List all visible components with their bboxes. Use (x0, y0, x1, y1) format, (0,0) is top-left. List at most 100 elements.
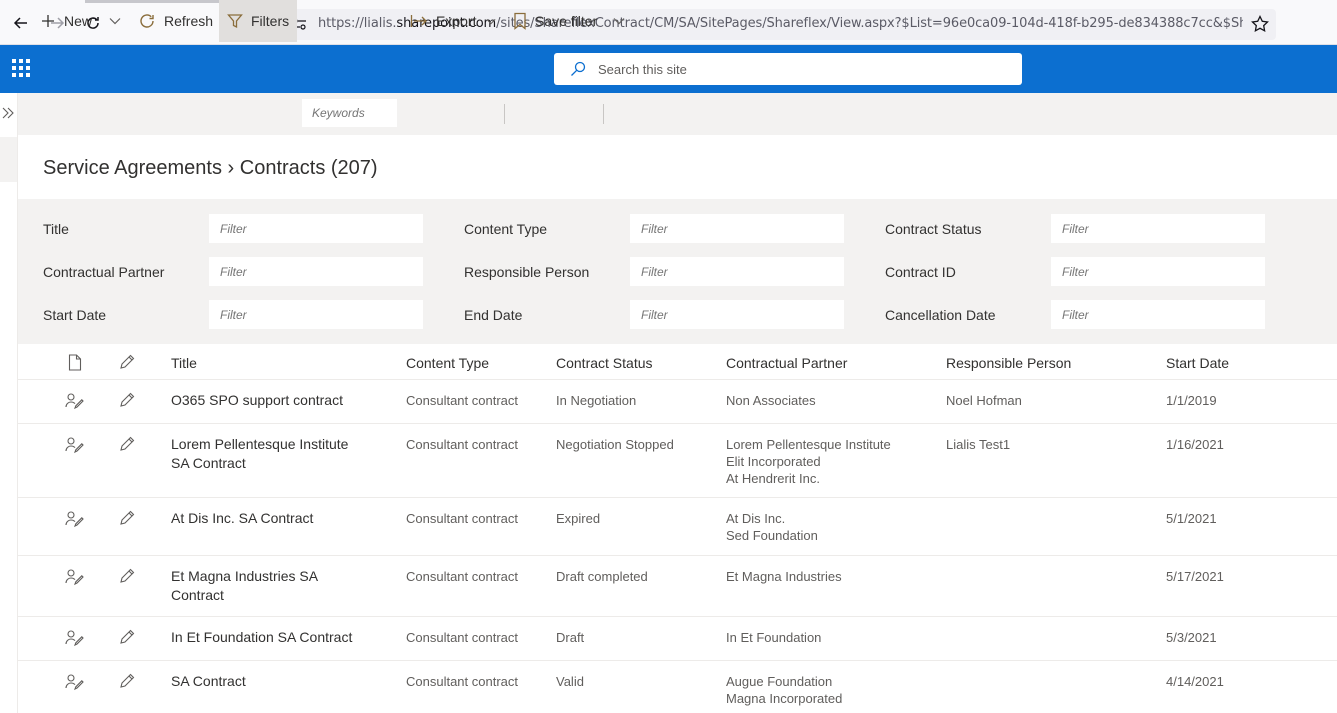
chevron-down-icon (486, 18, 497, 24)
bookmark-star-icon[interactable] (1251, 14, 1269, 38)
plus-icon (42, 15, 54, 27)
cell-title[interactable]: O365 SPO support contract (171, 391, 343, 410)
keywords-input[interactable] (302, 99, 397, 127)
left-rail (0, 93, 18, 713)
cell-contract-status: Draft (556, 630, 585, 645)
column-header-content-type[interactable]: Content Type (406, 355, 489, 371)
title-line: SA Contract (171, 673, 246, 689)
partner-line: At Hendrerit Inc. (726, 471, 820, 486)
partner-line: At Dis Inc. (726, 511, 786, 526)
cell-responsible-person: Lialis Test1 (946, 437, 1011, 452)
contract-person-icon[interactable] (65, 510, 85, 533)
edit-pencil-icon[interactable] (118, 436, 135, 458)
cell-content-type: Consultant contract (406, 393, 519, 408)
column-header-contract-status[interactable]: Contract Status (556, 355, 653, 371)
cell-contractual-partner: Lorem Pellentesque Institute Elit Incorpo… (726, 436, 891, 487)
cell-title[interactable]: At Dis Inc. SA Contract (171, 509, 313, 528)
filter-label-responsible-person: Responsible Person (464, 264, 590, 280)
filter-input-content-type[interactable] (630, 214, 844, 243)
cell-content-type: Consultant contract (406, 630, 519, 645)
filter-input-responsible-person[interactable] (630, 257, 844, 286)
filter-label-cancellation-date: Cancellation Date (885, 307, 996, 323)
contract-person-icon[interactable] (65, 568, 85, 591)
title-line: Contract (171, 587, 224, 603)
filters-button[interactable]: Filters (219, 0, 297, 42)
contract-person-icon[interactable] (65, 436, 85, 459)
cell-contract-status: Valid (556, 674, 584, 689)
edit-pencil-icon[interactable] (118, 568, 135, 590)
cell-start-date: 4/14/2021 (1166, 674, 1224, 689)
partner-line: Magna Incorporated (726, 691, 843, 706)
cell-title[interactable]: SA Contract (171, 672, 246, 691)
cell-contractual-partner: Non Associates (726, 392, 816, 409)
new-button[interactable]: New (32, 0, 100, 42)
contract-person-icon[interactable] (65, 673, 85, 696)
filter-input-contractual-partner[interactable] (209, 257, 423, 286)
cell-content-type: Consultant contract (406, 437, 519, 452)
save-filter-button[interactable]: Save filter (508, 0, 604, 42)
filter-input-end-date[interactable] (630, 300, 844, 329)
command-bar (18, 93, 1337, 135)
app-launcher-icon[interactable] (12, 59, 30, 77)
save-filter-dropdown-button[interactable] (608, 0, 630, 42)
command-separator (603, 104, 604, 124)
refresh-label: Refresh (164, 13, 214, 29)
refresh-button[interactable]: Refresh (132, 0, 218, 42)
command-separator (504, 104, 505, 124)
back-icon[interactable] (8, 10, 34, 36)
filter-input-start-date[interactable] (209, 300, 423, 329)
cell-content-type: Consultant contract (406, 569, 519, 584)
chevron-down-icon (109, 18, 121, 25)
cell-title[interactable]: Lorem Pellentesque Institute SA Contract (171, 435, 348, 473)
partner-line: Elit Incorporated (726, 454, 821, 469)
refresh-icon (140, 14, 154, 28)
export-label: Export (436, 13, 477, 29)
column-header-responsible-person[interactable]: Responsible Person (946, 355, 1071, 371)
column-header-contractual-partner[interactable]: Contractual Partner (726, 355, 847, 371)
filter-input-cancellation-date[interactable] (1051, 300, 1265, 329)
cell-contract-status: In Negotiation (556, 393, 637, 408)
edit-pencil-icon[interactable] (118, 629, 135, 651)
cell-start-date: 1/1/2019 (1166, 393, 1217, 408)
filter-label-title: Title (43, 221, 69, 237)
cell-title[interactable]: Et Magna Industries SA Contract (171, 567, 318, 605)
cell-contractual-partner: In Et Foundation (726, 629, 821, 646)
edit-pencil-icon[interactable] (118, 510, 135, 532)
partner-line: Lorem Pellentesque Institute (726, 437, 891, 452)
filter-label-contractual-partner: Contractual Partner (43, 264, 165, 280)
cell-start-date: 5/1/2021 (1166, 511, 1217, 526)
save-filter-label: Save filter (535, 13, 598, 29)
filter-label-contract-status: Contract Status (885, 221, 982, 237)
filter-label-contract-id: Contract ID (885, 264, 956, 280)
filter-input-title[interactable] (209, 214, 423, 243)
partner-line: In Et Foundation (726, 630, 822, 645)
filter-label-content-type: Content Type (464, 221, 548, 237)
expand-nav-icon[interactable] (1, 106, 15, 125)
column-header-title[interactable]: Title (171, 355, 197, 371)
cell-contractual-partner: Augue Foundation Magna Incorporated (726, 673, 842, 707)
cell-content-type: Consultant contract (406, 674, 519, 689)
column-header-start-date[interactable]: Start Date (1166, 355, 1229, 371)
edit-pencil-icon[interactable] (118, 673, 135, 695)
filters-label: Filters (251, 13, 290, 29)
export-icon (410, 15, 427, 27)
contract-person-icon[interactable] (65, 392, 85, 415)
cell-title[interactable]: In Et Foundation SA Contract (171, 628, 352, 647)
cell-start-date: 1/16/2021 (1166, 437, 1224, 452)
edit-pencil-icon[interactable] (118, 392, 135, 414)
filter-label-end-date: End Date (464, 307, 523, 323)
export-button[interactable]: Export (404, 0, 504, 42)
new-dropdown-button[interactable] (104, 0, 126, 42)
site-search-box[interactable]: Search this site (554, 53, 1022, 85)
url-prefix: https://lialis. (318, 16, 397, 31)
cell-start-date: 5/3/2021 (1166, 630, 1217, 645)
search-icon (570, 61, 586, 82)
edit-pencil-icon (118, 354, 135, 376)
search-placeholder: Search this site (598, 62, 687, 77)
rail-selected-block (0, 137, 17, 182)
cell-contractual-partner: At Dis Inc. Sed Foundation (726, 510, 818, 544)
contract-person-icon[interactable] (65, 629, 85, 652)
page-title: Service Agreements › Contracts (207) (43, 157, 378, 179)
filter-input-contract-status[interactable] (1051, 214, 1265, 243)
filter-input-contract-id[interactable] (1051, 257, 1265, 286)
